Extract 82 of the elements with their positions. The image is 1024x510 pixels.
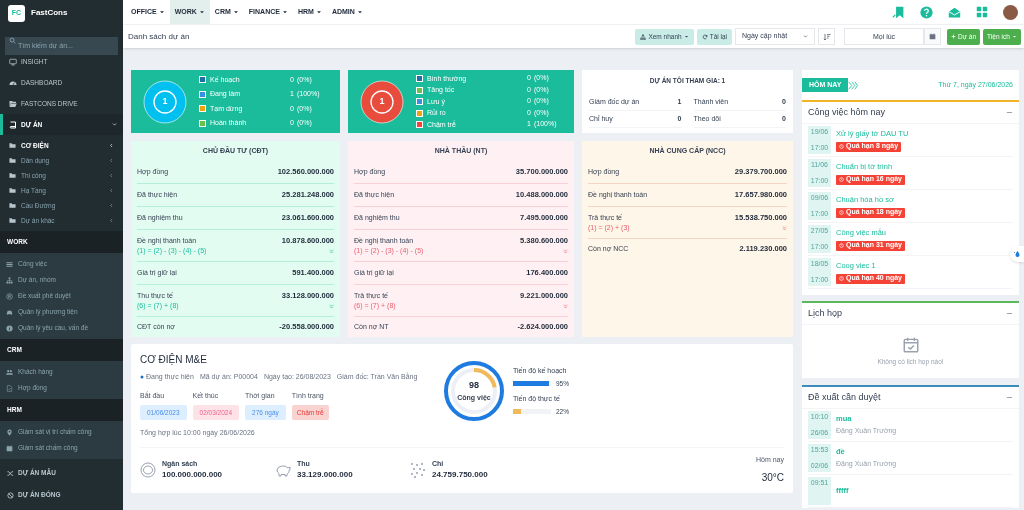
sitemap-icon [640,33,647,40]
floating-button[interactable] [1010,246,1024,262]
caret-icon [683,34,689,39]
donut-drawing [360,79,404,124]
chevron-left-icon [109,173,114,178]
help-icon[interactable] [920,5,933,19]
chevron-left-icon [109,158,114,163]
search-icon [9,36,16,44]
section-title: Lịch họp [808,306,843,320]
caret-icon [1012,34,1017,39]
temperature: 30°C [761,471,784,485]
caret-icon [158,9,165,15]
folder-icon [9,157,16,164]
double-chevron-icon [329,249,334,254]
folder-icon [9,202,16,209]
clock-icon [839,210,844,216]
calendar-icon [929,33,936,40]
monitor-icon [9,57,17,66]
coin-icon [140,461,156,478]
chevron-left-icon [109,143,114,148]
double-chevron-icon [329,304,334,309]
clock-icon [839,243,844,249]
chevron-left-icon [109,188,114,193]
water-drop-icon [1013,250,1021,258]
total-value: 33.129.000.000 [297,469,353,481]
folder-icon [9,187,16,194]
chevron-left-icon [109,218,114,223]
minus-icon[interactable] [1006,109,1013,116]
plus-icon [951,34,956,39]
car-icon [6,308,13,316]
task-count: 98 [469,379,479,392]
chevron-down-icon [112,122,117,127]
total-value: 100.000.000.000 [162,469,223,481]
bookmark-icon[interactable] [892,5,905,19]
total-value: 24.759.750.000 [432,469,488,481]
donut-total: 1 [378,95,386,108]
status-dot-icon [140,375,144,380]
caret-icon [281,9,288,15]
list-icon [6,260,13,268]
users-icon [6,368,13,376]
section-title: Đề xuất cần duyệt [808,390,881,404]
dots-icon [410,461,426,478]
clock-icon [839,276,844,282]
sort-button[interactable] [818,28,835,45]
info-icon [6,324,13,332]
donut-drawing [143,79,187,124]
folder-icon [9,172,16,179]
double-chevron-icon [782,226,787,231]
minus-icon[interactable] [1006,394,1013,401]
caret-icon [315,9,322,15]
envelope-icon[interactable] [948,5,961,19]
folder-icon [9,142,16,149]
caret-icon [356,9,363,15]
clock-icon [839,177,844,183]
grid-icon[interactable] [976,6,988,18]
sort-icon [822,32,831,41]
refresh-icon [701,33,708,40]
chevron-down-icon [803,34,808,39]
folder-icon [9,99,17,108]
avatar[interactable] [1003,4,1018,20]
ban-icon [7,491,14,499]
registered-icon [6,292,13,300]
progress-ring-drawing [443,360,505,422]
brand-name: FastCons [31,7,68,19]
clock-icon [839,144,844,150]
calendar-check-icon [901,336,920,355]
document-icon [6,384,13,392]
sitemap-icon [6,276,13,284]
minus-icon[interactable] [1006,310,1013,317]
donut-total: 1 [161,95,169,108]
double-chevron-icon [563,304,568,309]
double-chevron-icon [563,249,568,254]
folder-icon [9,217,16,224]
page-title: Danh sách dự án [128,30,190,43]
calendar-icon [6,444,13,452]
caret-icon [198,9,205,15]
caret-icon [232,9,239,15]
chevron-left-icon [109,203,114,208]
section-title: Công việc hôm nay [808,105,886,119]
calendar-button[interactable] [924,28,941,45]
map-pin-icon [6,428,13,436]
project-title: CƠ ĐIỆN M&E [140,352,208,366]
